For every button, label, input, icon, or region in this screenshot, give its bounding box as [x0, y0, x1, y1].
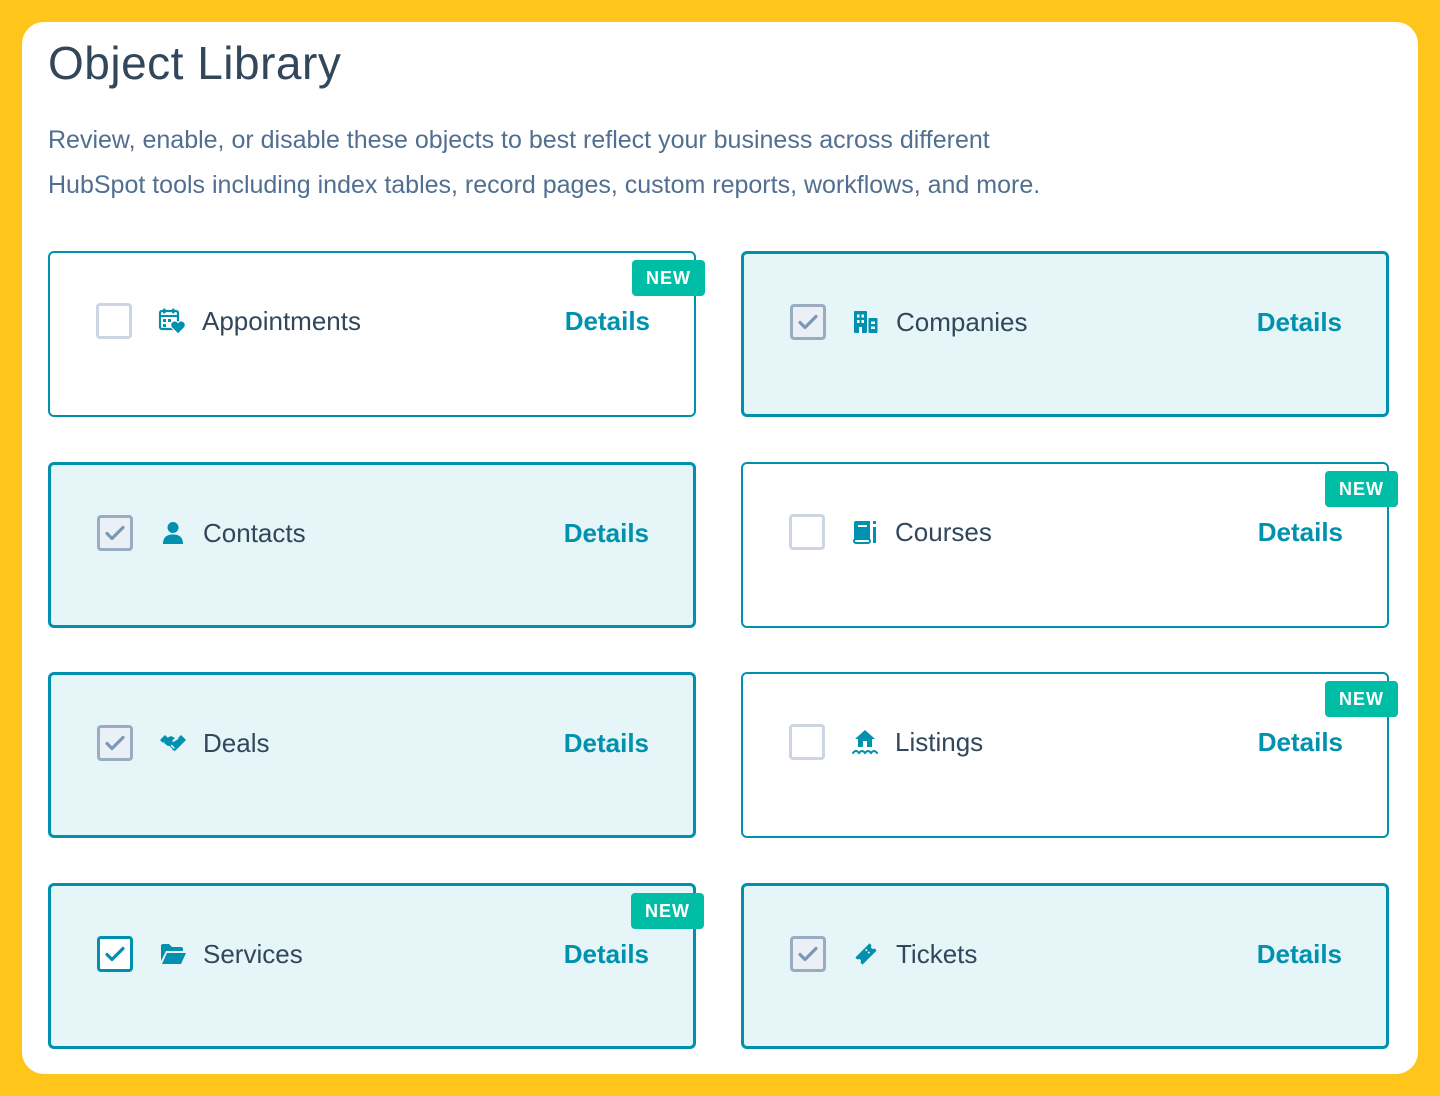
house-icon — [851, 728, 879, 756]
page-description: Review, enable, or disable these objects… — [48, 118, 1168, 208]
object-name: Contacts — [203, 518, 306, 548]
checkbox-services[interactable] — [97, 936, 133, 972]
checkmark-icon — [105, 735, 125, 751]
new-badge: NEW — [1325, 681, 1398, 717]
object-card-deals[interactable]: Deals Details — [48, 672, 696, 838]
details-link-deals[interactable]: Details — [564, 723, 649, 763]
object-card-services[interactable]: Services Details NEW — [48, 883, 704, 1049]
page-title: Object Library — [48, 37, 342, 89]
object-library-panel: Object Library Review, enable, or disabl… — [22, 22, 1418, 1074]
description-line-1: Review, enable, or disable these objects… — [48, 126, 990, 154]
new-badge: NEW — [1325, 471, 1398, 507]
object-name: Services — [203, 939, 303, 969]
checkbox-companies[interactable] — [790, 304, 826, 340]
checkmark-icon — [105, 946, 125, 962]
object-card-courses[interactable]: Courses Details NEW — [741, 462, 1398, 628]
description-line-2: HubSpot tools including index tables, re… — [48, 171, 1041, 199]
object-card-listings[interactable]: Listings Details NEW — [741, 672, 1398, 838]
object-name: Appointments — [202, 306, 361, 336]
object-name: Courses — [895, 517, 992, 547]
object-name: Deals — [203, 728, 270, 758]
checkbox-deals[interactable] — [97, 725, 133, 761]
checkbox-tickets[interactable] — [790, 936, 826, 972]
object-card-appointments[interactable]: Appointments Details NEW — [48, 251, 705, 417]
details-link-listings[interactable]: Details — [1258, 722, 1343, 762]
object-name: Listings — [895, 727, 984, 757]
new-badge: NEW — [632, 260, 705, 296]
book-icon — [851, 518, 879, 546]
checkbox-contacts[interactable] — [97, 515, 133, 551]
new-badge: NEW — [631, 893, 704, 929]
checkmark-icon — [798, 314, 818, 330]
checkmark-icon — [105, 525, 125, 541]
details-link-appointments[interactable]: Details — [565, 301, 650, 341]
checkmark-icon — [798, 946, 818, 962]
details-link-tickets[interactable]: Details — [1257, 934, 1342, 974]
building-icon — [852, 308, 880, 336]
object-card-companies[interactable]: Companies Details — [741, 251, 1389, 417]
checkbox-appointments[interactable] — [96, 303, 132, 339]
details-link-services[interactable]: Details — [564, 934, 649, 974]
object-name: Tickets — [896, 939, 978, 969]
person-icon — [159, 519, 187, 547]
calendar-heart-icon — [158, 307, 186, 335]
handshake-icon — [159, 729, 187, 757]
details-link-contacts[interactable]: Details — [564, 513, 649, 553]
object-card-tickets[interactable]: Tickets Details — [741, 883, 1389, 1049]
folder-open-icon — [159, 940, 187, 968]
details-link-companies[interactable]: Details — [1257, 302, 1342, 342]
object-name: Companies — [896, 307, 1028, 337]
object-card-contacts[interactable]: Contacts Details — [48, 462, 696, 628]
ticket-icon — [852, 940, 880, 968]
checkbox-courses[interactable] — [789, 514, 825, 550]
checkbox-listings[interactable] — [789, 724, 825, 760]
details-link-courses[interactable]: Details — [1258, 512, 1343, 552]
